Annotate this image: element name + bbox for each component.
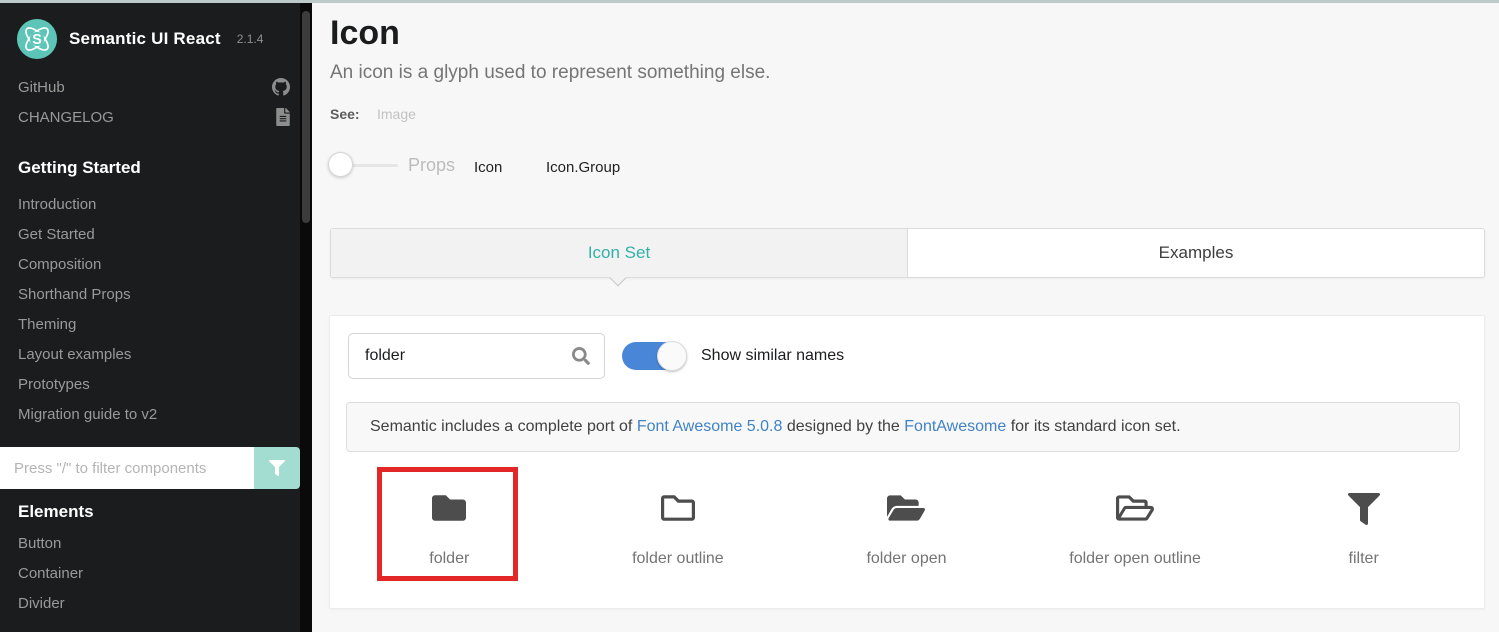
sidebar-item-button[interactable]: Button: [0, 529, 312, 559]
folder-icon: [432, 487, 466, 525]
sidebar-item-migration-guide[interactable]: Migration guide to v2: [0, 400, 312, 430]
component-filter: [0, 447, 300, 489]
search-icon: [572, 347, 590, 365]
sidebar-item-layout-examples[interactable]: Layout examples: [0, 340, 312, 370]
semantic-ui-react-docs-page: S Semantic UI React 2.1.4 GitHub CHANGEL…: [0, 0, 1499, 632]
filter-icon: [1348, 487, 1380, 525]
sidebar-link-changelog[interactable]: CHANGELOG: [0, 102, 312, 132]
github-link-label: GitHub: [18, 79, 65, 96]
folder-open-outline-icon: [1116, 487, 1154, 525]
sidebar-section-elements: Elements: [0, 501, 312, 523]
tab-bar: Icon Set Examples: [330, 228, 1485, 278]
icon-result-label: folder: [429, 550, 469, 568]
icon-result-folder-open-outline[interactable]: folder open outline: [1021, 470, 1250, 582]
icon-search-input[interactable]: [349, 347, 572, 365]
changelog-link-label: CHANGELOG: [18, 109, 114, 126]
sidebar-item-shorthand-props[interactable]: Shorthand Props: [0, 280, 312, 310]
tab-examples[interactable]: Examples: [908, 229, 1484, 277]
sidebar-item-divider[interactable]: Divider: [0, 589, 312, 619]
sidebar-item-container[interactable]: Container: [0, 559, 312, 589]
props-nav-icon[interactable]: Icon: [474, 159, 502, 176]
folder-open-icon: [887, 487, 925, 525]
component-filter-input[interactable]: [0, 447, 254, 489]
sidebar-item-introduction[interactable]: Introduction: [0, 190, 312, 220]
icon-result-label: folder outline: [632, 550, 724, 568]
icon-result-label: filter: [1349, 550, 1379, 568]
folder-outline-icon: [661, 487, 695, 525]
tab-icon-set[interactable]: Icon Set: [331, 229, 908, 277]
icon-result-folder[interactable]: folder: [335, 470, 564, 582]
sidebar: S Semantic UI React 2.1.4 GitHub CHANGEL…: [0, 3, 312, 632]
sidebar-section-getting-started: Getting Started: [0, 157, 312, 179]
component-filter-button[interactable]: [254, 447, 300, 489]
window-top-edge: [0, 0, 1499, 3]
icon-results-grid: folder folder outline folder open folder…: [335, 470, 1478, 582]
see-label: See:: [330, 106, 360, 122]
font-awesome-version-link[interactable]: Font Awesome 5.0.8: [637, 418, 783, 435]
sidebar-item-theming[interactable]: Theming: [0, 310, 312, 340]
brand-link[interactable]: S Semantic UI React 2.1.4: [16, 15, 296, 63]
brand-version: 2.1.4: [237, 32, 264, 46]
show-similar-names-label: Show similar names: [701, 347, 844, 365]
github-icon: [272, 78, 290, 96]
see-link-image[interactable]: Image: [377, 106, 416, 122]
icon-result-filter[interactable]: filter: [1249, 470, 1478, 582]
font-awesome-link[interactable]: FontAwesome: [904, 418, 1006, 435]
sidebar-scrollbar-track: [300, 3, 312, 632]
props-slider-label: Props: [408, 155, 455, 176]
sidebar-item-prototypes[interactable]: Prototypes: [0, 370, 312, 400]
toggle-knob: [657, 341, 687, 371]
sidebar-item-get-started[interactable]: Get Started: [0, 220, 312, 250]
icon-result-folder-outline[interactable]: folder outline: [564, 470, 793, 582]
props-slider-knob[interactable]: [328, 152, 353, 177]
sidebar-item-composition[interactable]: Composition: [0, 250, 312, 280]
svg-text:S: S: [32, 32, 42, 48]
sidebar-link-github[interactable]: GitHub: [0, 72, 312, 102]
icon-result-label: folder open outline: [1069, 550, 1201, 568]
semantic-ui-react-logo-icon: S: [16, 18, 58, 60]
font-awesome-message: Semantic includes a complete port of Fon…: [346, 402, 1460, 452]
icon-result-folder-open[interactable]: folder open: [792, 470, 1021, 582]
show-similar-names-toggle[interactable]: [622, 342, 686, 370]
page-title: Icon: [330, 14, 400, 53]
page-subtitle: An icon is a glyph used to represent som…: [330, 62, 770, 84]
file-icon: [276, 108, 290, 126]
brand-title: Semantic UI React: [69, 29, 221, 49]
filter-funnel-icon: [269, 460, 285, 476]
sidebar-scrollbar-thumb[interactable]: [302, 11, 310, 223]
icon-search-box: [348, 333, 605, 379]
message-text: Semantic includes a complete port of: [370, 418, 637, 435]
icon-result-label: folder open: [866, 550, 946, 568]
props-nav-icon-group[interactable]: Icon.Group: [546, 159, 620, 176]
